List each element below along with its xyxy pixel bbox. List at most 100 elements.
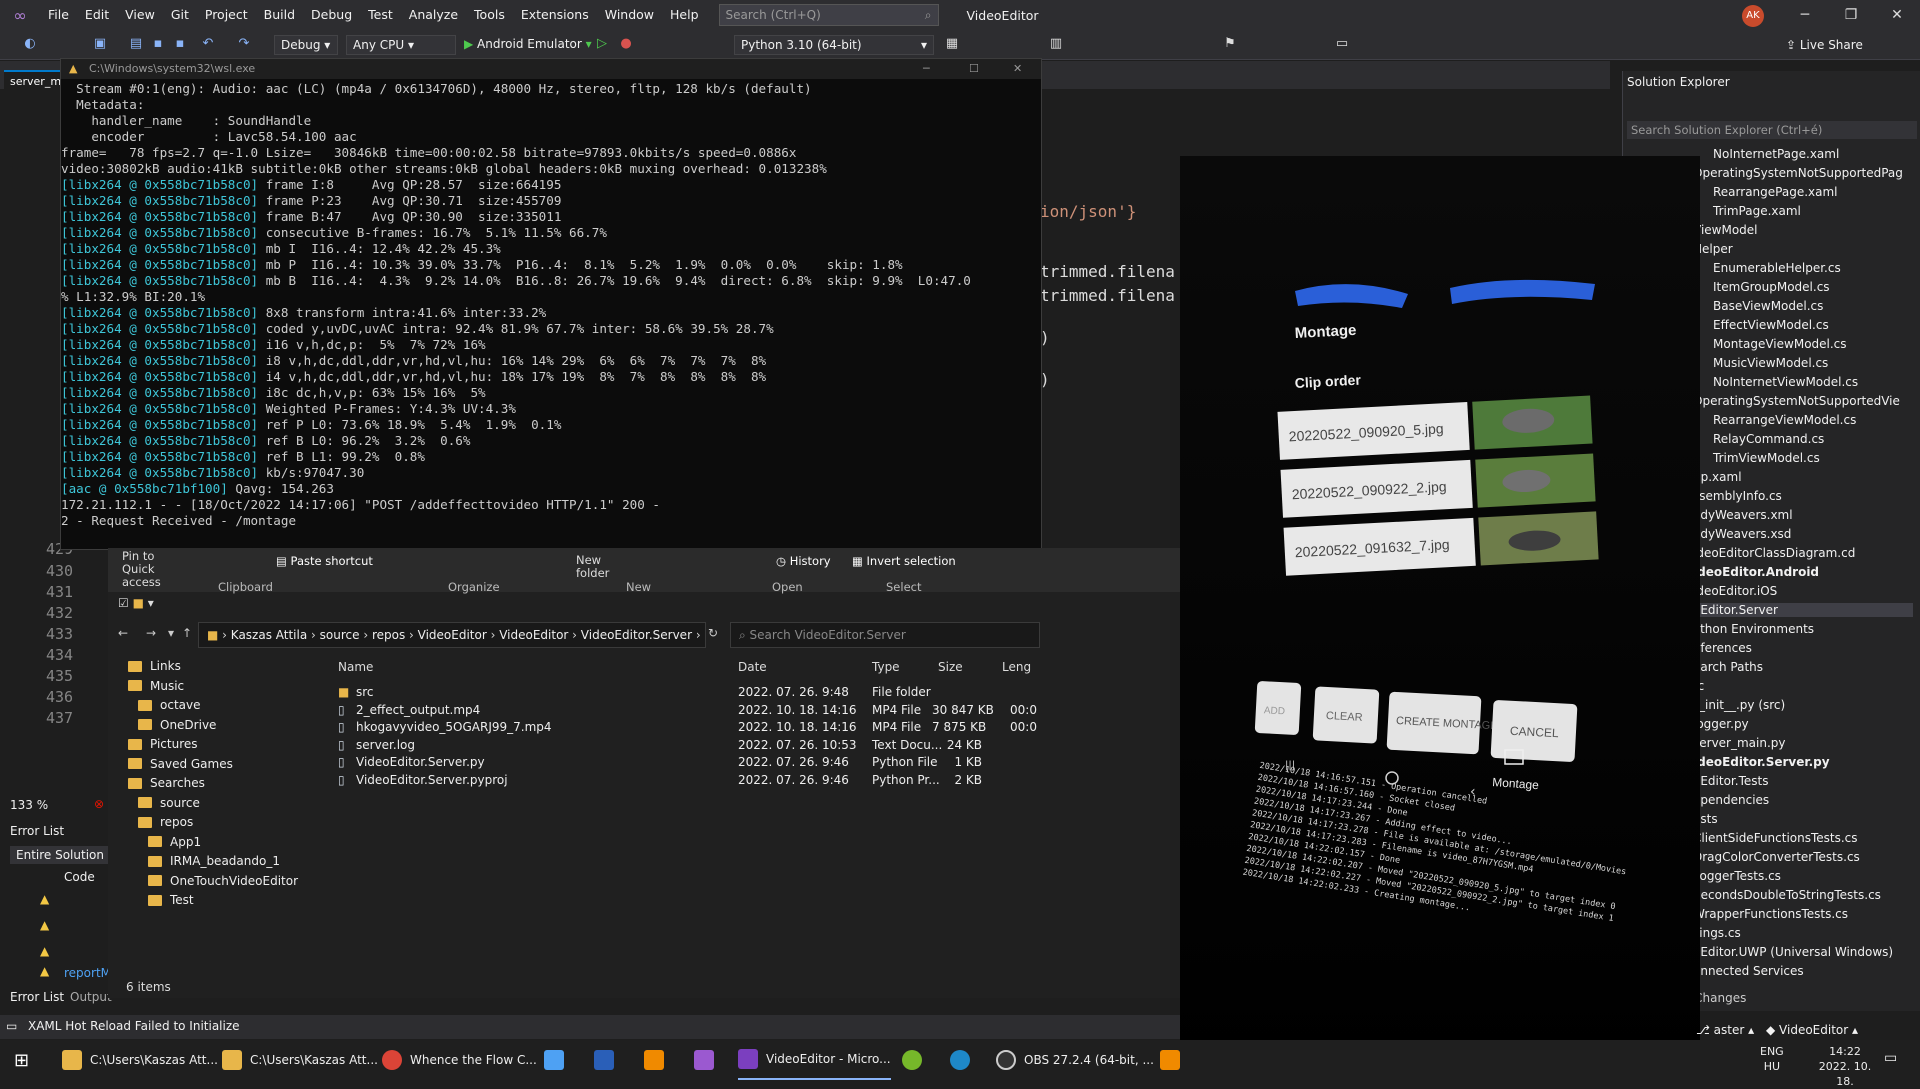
solution-tree-item[interactable]: oEditor.UWP (Universal Windows) bbox=[1693, 945, 1893, 959]
breadcrumb-item[interactable]: VideoEditor.Server bbox=[581, 628, 692, 642]
redo-icon[interactable]: ↷ bbox=[236, 36, 252, 52]
vs-search-input[interactable]: Search (Ctrl+Q) ⌕ bbox=[718, 4, 939, 26]
layout-icon[interactable]: ▥ bbox=[1048, 36, 1064, 52]
close-icon[interactable]: ✕ bbox=[1874, 0, 1920, 30]
history-button[interactable]: ◷ History bbox=[776, 554, 831, 568]
column-name[interactable]: Name bbox=[338, 660, 373, 674]
nav-item[interactable]: octave bbox=[138, 695, 200, 715]
refresh-icon[interactable]: ↻ bbox=[708, 626, 718, 640]
menu-analyze[interactable]: Analyze bbox=[401, 0, 466, 30]
avatar[interactable]: AK bbox=[1742, 5, 1764, 27]
solution-tree-item[interactable]: oEditor.Tests bbox=[1693, 774, 1768, 788]
solution-tree-item[interactable]: ideoEditor.Android bbox=[1693, 565, 1819, 579]
start-without-debug-icon[interactable]: ▷ bbox=[594, 36, 610, 52]
save-icon[interactable]: ▪ bbox=[150, 36, 166, 52]
taskbar-app-utorrent[interactable] bbox=[902, 1040, 930, 1080]
error-scope-select[interactable]: Entire Solution bbox=[10, 846, 110, 864]
solution-tree-item[interactable]: server_main.py bbox=[1693, 736, 1786, 750]
open-icon[interactable]: ▤ bbox=[128, 36, 144, 52]
recent-chevron-icon[interactable]: ▾ bbox=[168, 626, 174, 640]
menu-file[interactable]: File bbox=[40, 0, 77, 30]
solution-tree-item[interactable]: RearrangeViewModel.cs bbox=[1713, 413, 1856, 427]
address-bar[interactable]: ← → ▾ ↑ ■ › Kaszas Attila › source › rep… bbox=[118, 620, 1178, 650]
menu-edit[interactable]: Edit bbox=[77, 0, 117, 30]
nav-item[interactable]: Searches bbox=[128, 773, 205, 793]
column-length[interactable]: Leng bbox=[1002, 660, 1031, 674]
menu-window[interactable]: Window bbox=[597, 0, 662, 30]
solution-tree-item[interactable]: logger.py bbox=[1693, 717, 1749, 731]
save-all-icon[interactable]: ▪ bbox=[172, 36, 188, 52]
menu-help[interactable]: Help bbox=[662, 0, 707, 30]
solution-tree-item[interactable]: LoggerTests.cs bbox=[1693, 869, 1781, 883]
nav-item[interactable]: Test bbox=[148, 890, 194, 910]
minimize-icon[interactable]: ─ bbox=[1782, 0, 1828, 30]
folder-icon[interactable]: ■ bbox=[133, 596, 144, 610]
repo-indicator[interactable]: ◆ VideoEditor ▴ bbox=[1766, 1023, 1858, 1037]
taskbar-app-obs[interactable]: OBS 27.2.4 (64-bit, ... bbox=[996, 1040, 1154, 1080]
nav-recent-icon[interactable]: ||| bbox=[1285, 760, 1295, 771]
column-type[interactable]: Type bbox=[872, 660, 900, 674]
nav-item[interactable]: App1 bbox=[148, 832, 201, 852]
breadcrumb-item[interactable]: VideoEditor bbox=[418, 628, 487, 642]
close-icon[interactable]: ✕ bbox=[1013, 59, 1022, 79]
python-env-select[interactable]: Python 3.10 (64-bit) ▾ bbox=[734, 35, 934, 55]
solution-tree-item[interactable]: __init__.py (src) bbox=[1693, 698, 1785, 712]
nav-item[interactable]: Pictures bbox=[128, 734, 198, 754]
solution-tree-item[interactable]: OperatingSystemNotSupportedPag bbox=[1693, 166, 1903, 180]
navigation-pane[interactable]: Links Music octave OneDrive Pictures Saved Ga… bbox=[108, 656, 326, 968]
error-item[interactable]: reportMi bbox=[64, 966, 114, 980]
solution-tree-item[interactable]: ython Environments bbox=[1693, 622, 1814, 636]
breadcrumb-item[interactable]: repos bbox=[372, 628, 405, 642]
nav-item[interactable]: IRMA_beadando_1 bbox=[148, 851, 280, 871]
minimize-icon[interactable]: ─ bbox=[923, 59, 930, 79]
solution-tree-item[interactable]: ideoEditorClassDiagram.cd bbox=[1693, 546, 1855, 560]
config-select[interactable]: Debug ▾ bbox=[274, 35, 338, 55]
search-input[interactable]: ⌕ Search VideoEditor.Server bbox=[730, 622, 1040, 648]
menu-tools[interactable]: Tools bbox=[466, 0, 513, 30]
taskbar-app-calculator[interactable] bbox=[544, 1040, 572, 1080]
breadcrumb-item[interactable]: VideoEditor bbox=[499, 628, 568, 642]
solution-tree-item[interactable]: WrapperFunctionsTests.cs bbox=[1693, 907, 1848, 921]
undo-icon[interactable]: ↶ bbox=[200, 36, 216, 52]
menu-debug[interactable]: Debug bbox=[303, 0, 360, 30]
solution-tree-item[interactable]: sings.cs bbox=[1693, 926, 1741, 940]
taskbar-app-vlc-2[interactable] bbox=[1160, 1040, 1188, 1080]
tab-output[interactable]: Output bbox=[70, 990, 112, 1004]
nav-item[interactable]: Saved Games bbox=[128, 754, 233, 774]
nav-item[interactable]: repos bbox=[138, 812, 193, 832]
solution-tree-item[interactable]: TrimViewModel.cs bbox=[1713, 451, 1820, 465]
solution-tree-item[interactable]: RelayCommand.cs bbox=[1713, 432, 1824, 446]
taskbar-app-explorer-1[interactable]: C:\Users\Kaszas Att... bbox=[62, 1040, 218, 1080]
language-indicator[interactable]: ENG HU bbox=[1760, 1044, 1784, 1074]
menu-build[interactable]: Build bbox=[256, 0, 303, 30]
solution-tree-item[interactable]: DragColorConverterTests.cs bbox=[1693, 850, 1860, 864]
editor-tab[interactable]: server_m bbox=[4, 70, 64, 92]
taskbar-app-explorer-2[interactable]: C:\Users\Kaszas Att... bbox=[222, 1040, 378, 1080]
solution-tree-item[interactable]: onnected Services bbox=[1693, 964, 1804, 977]
platform-select[interactable]: Any CPU ▾ bbox=[346, 35, 456, 55]
nav-back-icon[interactable]: ‹ bbox=[1470, 784, 1476, 800]
toolbox-icon[interactable]: ▦ bbox=[944, 36, 960, 52]
branch-indicator[interactable]: ⎇ aster ▴ bbox=[1696, 1023, 1754, 1037]
code-column-header[interactable]: Code bbox=[64, 870, 95, 884]
taskbar-app-vs-preview[interactable] bbox=[694, 1040, 722, 1080]
solution-tree-item[interactable]: ependencies bbox=[1693, 793, 1769, 807]
solution-tree-item[interactable]: TrimPage.xaml bbox=[1713, 204, 1801, 218]
nav-item[interactable]: OneTouchVideoEditor bbox=[148, 871, 298, 891]
column-size[interactable]: Size bbox=[938, 660, 963, 674]
hot-reload-icon[interactable]: ● bbox=[618, 36, 634, 52]
solution-tree-item[interactable]: NoInternetPage.xaml bbox=[1713, 147, 1839, 161]
file-list[interactable]: Name Date Type Size Leng ■ src 2022. 07. 2… bbox=[330, 656, 1180, 968]
solution-tree-item[interactable]: OperatingSystemNotSupportedVie bbox=[1693, 394, 1900, 408]
chevron-down-icon[interactable]: ▾ bbox=[148, 596, 154, 610]
solution-tree-item[interactable]: odyWeavers.xsd bbox=[1693, 527, 1791, 541]
clip-list[interactable]: 20220522_090920_5.jpg 20220522_090922_2.… bbox=[1277, 395, 1599, 576]
zoom-level[interactable]: 133 % bbox=[10, 798, 48, 812]
solution-search-input[interactable]: Search Solution Explorer (Ctrl+é) bbox=[1627, 121, 1917, 139]
wsl-terminal-window[interactable]: ▲ C:\Windows\system32\wsl.exe ─ ☐ ✕ Stre… bbox=[60, 58, 1042, 550]
solution-tree-item[interactable]: eferences bbox=[1693, 641, 1752, 655]
menu-extensions[interactable]: Extensions bbox=[513, 0, 597, 30]
window-icon[interactable]: ▭ bbox=[1334, 36, 1350, 52]
invert-selection-button[interactable]: ▦ Invert selection bbox=[852, 554, 956, 568]
breadcrumb-item[interactable]: source bbox=[320, 628, 360, 642]
